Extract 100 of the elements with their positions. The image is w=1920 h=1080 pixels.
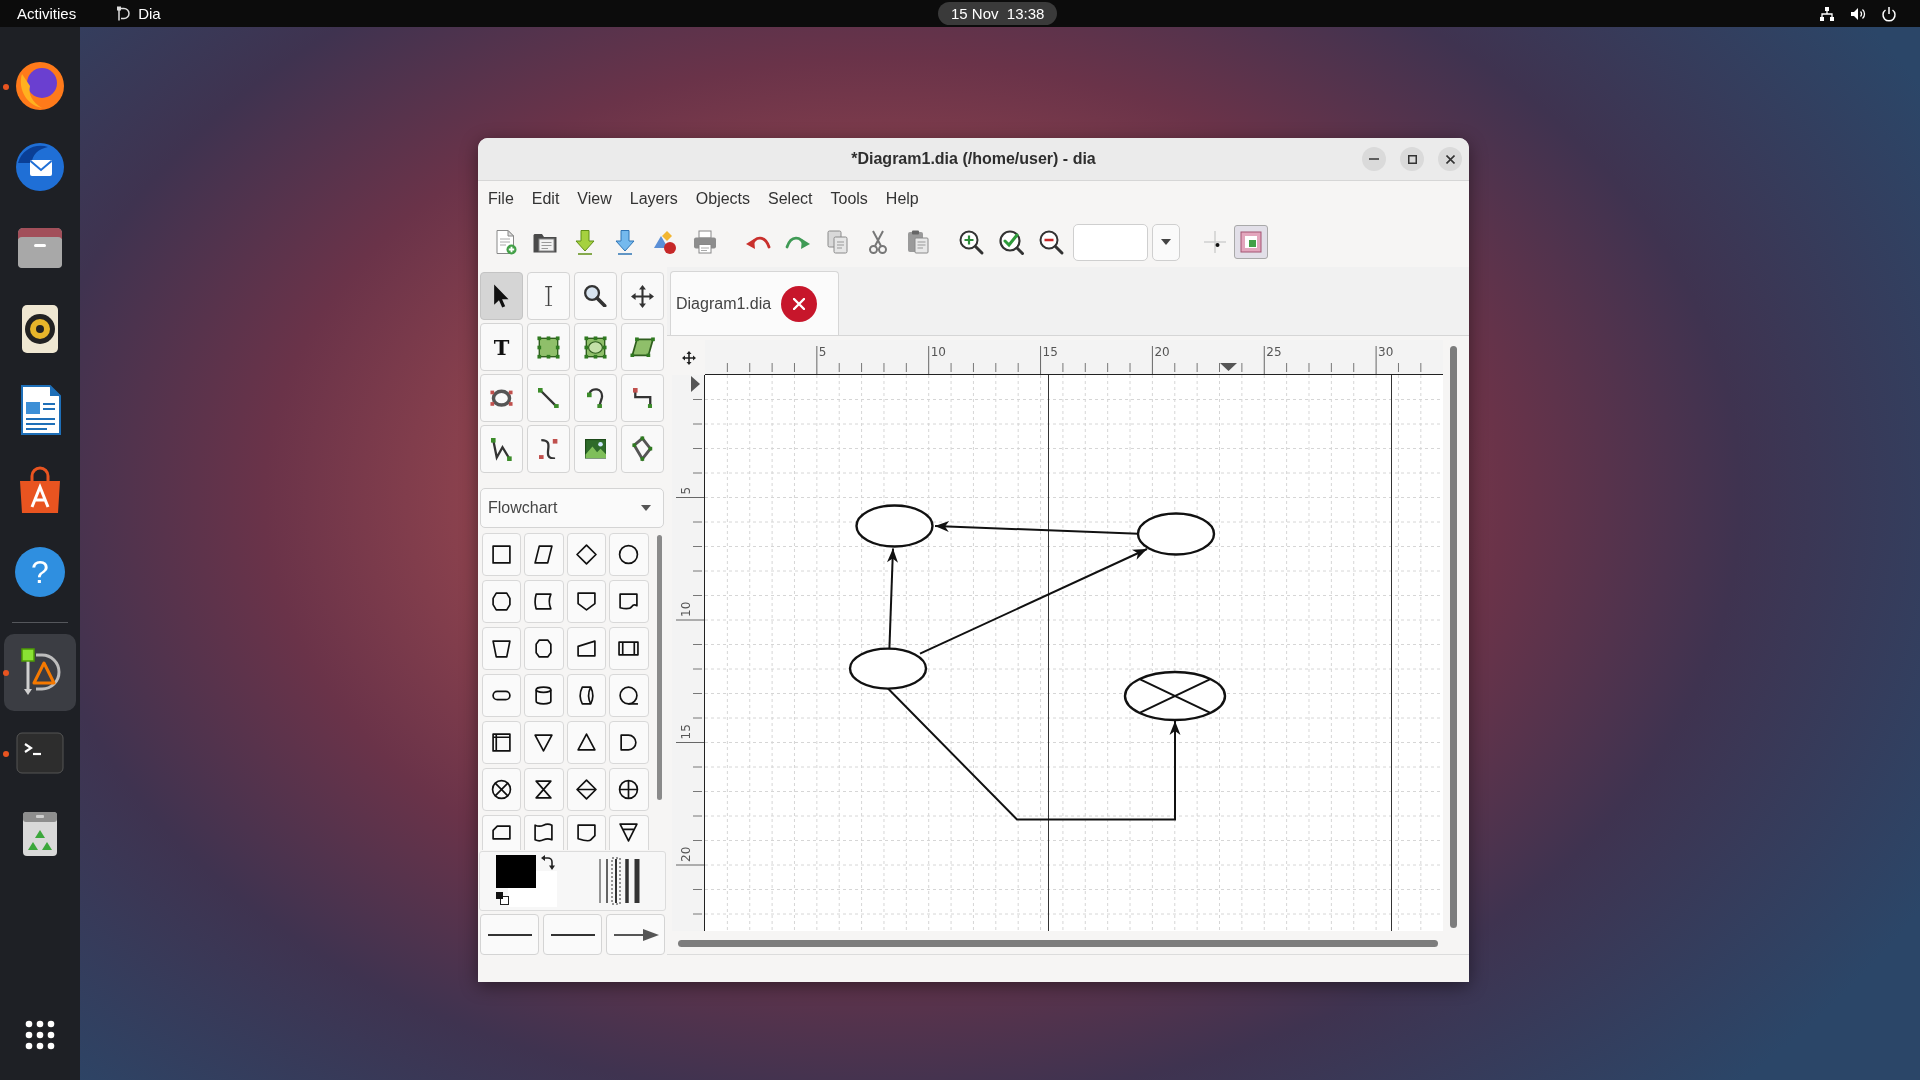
shape-button[interactable] [609,674,649,717]
box-tool-button[interactable] [527,323,570,371]
tab-close-button[interactable] [781,285,818,322]
menu-item[interactable]: Layers [620,186,687,212]
plain-line-icon [486,933,533,936]
zigzag-line-icon [632,387,653,409]
polyline-icon [491,437,512,461]
shape-button[interactable] [566,768,606,811]
zoom-field[interactable] [1072,223,1148,261]
shape-button[interactable] [609,721,649,764]
outline-icon [632,436,653,462]
document-tab[interactable]: Diagram1.dia [670,271,839,335]
shape-button[interactable] [524,674,564,717]
shape-button[interactable] [481,627,521,670]
menu-item[interactable]: Objects [686,186,760,212]
horizontal-scrollbar[interactable] [678,940,1438,947]
shape-button[interactable] [566,674,606,717]
shape-button[interactable] [566,815,606,850]
shape-button[interactable] [566,721,606,764]
magnifier-icon [584,284,607,308]
text-tool-button[interactable]: T [480,323,523,371]
shape-button[interactable] [481,533,521,576]
app-icon [116,6,131,21]
polyline-tool-button[interactable] [480,425,523,473]
globe-icon [14,60,66,112]
line-tool-button[interactable] [527,374,570,422]
network-icon [1819,5,1835,22]
app-grid-icon [25,1020,55,1050]
menu-item[interactable]: Tools [821,186,877,212]
shape-button[interactable] [566,580,606,623]
shape-button[interactable] [524,815,564,850]
launcher-button[interactable] [4,633,76,711]
shape-button[interactable] [609,580,649,623]
palette-scrollbar[interactable] [657,535,662,800]
maximize-button[interactable] [1400,147,1424,171]
curve-icon [539,438,558,460]
shape-button[interactable] [524,627,564,670]
diamond-icon [575,544,597,565]
ellipse-tool-button[interactable] [574,323,617,371]
polygon-tool-button[interactable] [621,323,664,371]
image-tool-button[interactable] [574,425,617,473]
color-swatches-drawing[interactable] [496,855,557,907]
help-icon: ? [15,547,65,597]
menu-item[interactable]: Help [876,186,928,212]
box-icon [537,335,560,359]
shape-button[interactable] [481,815,521,850]
shape-button[interactable] [609,627,649,670]
menu-item[interactable]: Select [759,186,822,212]
zigzag-tool-button[interactable] [621,374,664,422]
sheet-dropdown[interactable]: Flowchart [480,488,664,528]
down-triangle-icon [533,732,555,753]
shape-button[interactable] [481,580,521,623]
position-marker-icon [691,376,700,392]
line-icon [538,387,559,409]
circle-icon [618,544,640,565]
ruler-label: 25 [1266,345,1282,359]
undo-icon [744,234,771,250]
move-arrows-icon [631,284,654,308]
scroll-tool-button[interactable] [621,272,664,320]
shape-button[interactable] [524,721,564,764]
caret-icon [641,505,651,511]
pointer-tool-button[interactable] [480,272,523,320]
cut-box-icon [490,822,512,843]
shape-button[interactable] [566,627,606,670]
square-icon [490,544,512,565]
clock-button[interactable]: 15 Nov 13:38 [938,2,1058,25]
arc-tool-button[interactable] [574,374,617,422]
shape-button[interactable] [481,674,521,717]
shape-button[interactable] [566,533,606,576]
slanted-box-icon [575,638,597,659]
shape-button[interactable] [481,768,521,811]
wavy-box-icon [618,591,640,612]
activities-button[interactable]: Activities [8,2,86,25]
shape-button[interactable] [609,815,649,850]
octagon-icon [533,638,555,659]
shape-button[interactable] [481,721,521,764]
minimize-button[interactable] [1362,147,1386,171]
shape-button[interactable] [524,768,564,811]
app-menu-button[interactable]: Dia [107,2,170,25]
shape-button[interactable] [609,533,649,576]
line-start-button[interactable] [480,914,539,955]
menu-item[interactable]: File [479,186,523,212]
bezier-tool-button[interactable] [527,425,570,473]
beziergon-tool-button[interactable] [480,374,523,422]
snap-objects-button[interactable] [1233,225,1268,259]
vertical-scrollbar[interactable] [1450,346,1457,928]
plus-circle-icon [618,779,640,800]
zoom-dropdown-button[interactable] [1151,223,1180,261]
shape-button[interactable] [609,768,649,811]
shape-button[interactable] [524,533,564,576]
outline-tool-button[interactable] [621,425,664,473]
ruler-label: 15 [679,724,693,740]
line-style-button[interactable] [543,914,602,955]
menu-item[interactable]: Edit [522,186,569,212]
line-end-button[interactable] [606,914,665,955]
shape-button[interactable] [524,580,564,623]
image-icon [584,439,607,459]
menu-item[interactable]: View [568,186,621,212]
magnify-tool-button[interactable] [574,272,617,320]
close-button[interactable] [1438,147,1462,171]
